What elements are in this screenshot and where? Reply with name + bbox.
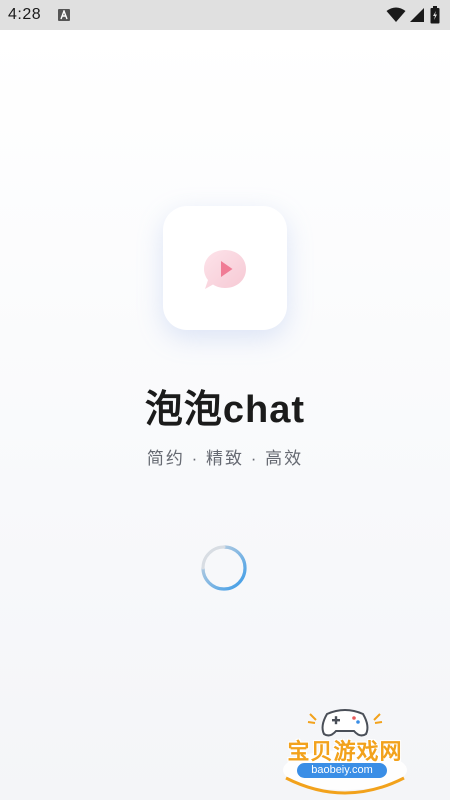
battery-icon — [430, 6, 440, 24]
wifi-icon — [386, 7, 406, 22]
app-slogan: 简约 · 精致 · 高效 — [146, 449, 304, 468]
watermark-title: 宝贝游戏网 — [287, 739, 403, 764]
gamepad-icon — [321, 709, 369, 737]
status-time: 4:28 — [8, 6, 42, 23]
chat-bubble-play-icon — [204, 250, 246, 289]
a-notification-icon — [58, 9, 70, 21]
status-bar: 4:28 — [0, 0, 450, 30]
app-logo — [163, 206, 287, 330]
spinner-icon — [201, 545, 247, 591]
signal-icon — [410, 8, 424, 22]
watermark-url: baobeiy.com — [297, 763, 387, 778]
app-name: 泡泡chat — [144, 389, 306, 431]
